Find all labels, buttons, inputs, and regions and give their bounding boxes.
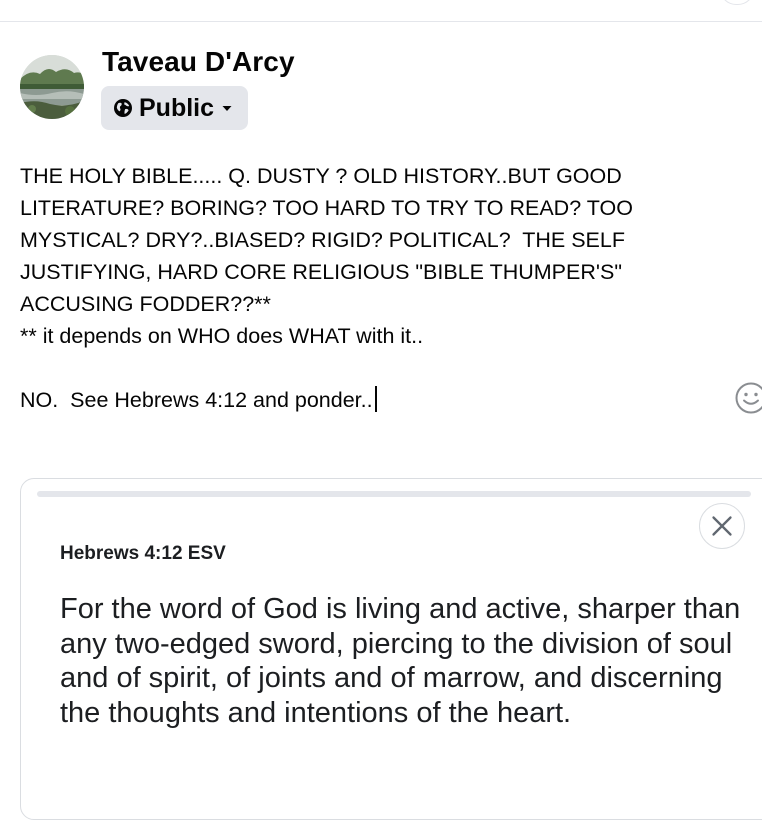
smiley-icon [734,381,762,415]
verse-text: For the word of God is living and active… [60,592,760,730]
verse-reference: Hebrews 4:12 ESV [60,543,226,565]
audience-label: Public [139,94,214,123]
avatar[interactable] [20,55,84,119]
top-corner-button-edge [720,0,754,5]
audience-selector-button[interactable]: Public [101,86,248,130]
avatar-landscape-image [20,55,84,119]
top-divider [0,21,762,22]
caret-down-icon [220,101,234,115]
globe-icon [113,98,133,118]
post-header: Taveau D'Arcy Public [20,46,720,136]
preview-top-divider [37,491,751,497]
post-text-editor[interactable]: THE HOLY BIBLE..... Q. DUSTY ? OLD HISTO… [20,160,720,416]
link-preview-card[interactable]: Hebrews 4:12 ESV For the word of God is … [20,478,762,820]
text-cursor [375,386,377,412]
close-icon [710,514,734,538]
close-preview-button[interactable] [699,503,745,549]
emoji-button[interactable] [734,381,762,415]
post-text: THE HOLY BIBLE..... Q. DUSTY ? OLD HISTO… [20,164,639,412]
author-name[interactable]: Taveau D'Arcy [102,46,295,78]
